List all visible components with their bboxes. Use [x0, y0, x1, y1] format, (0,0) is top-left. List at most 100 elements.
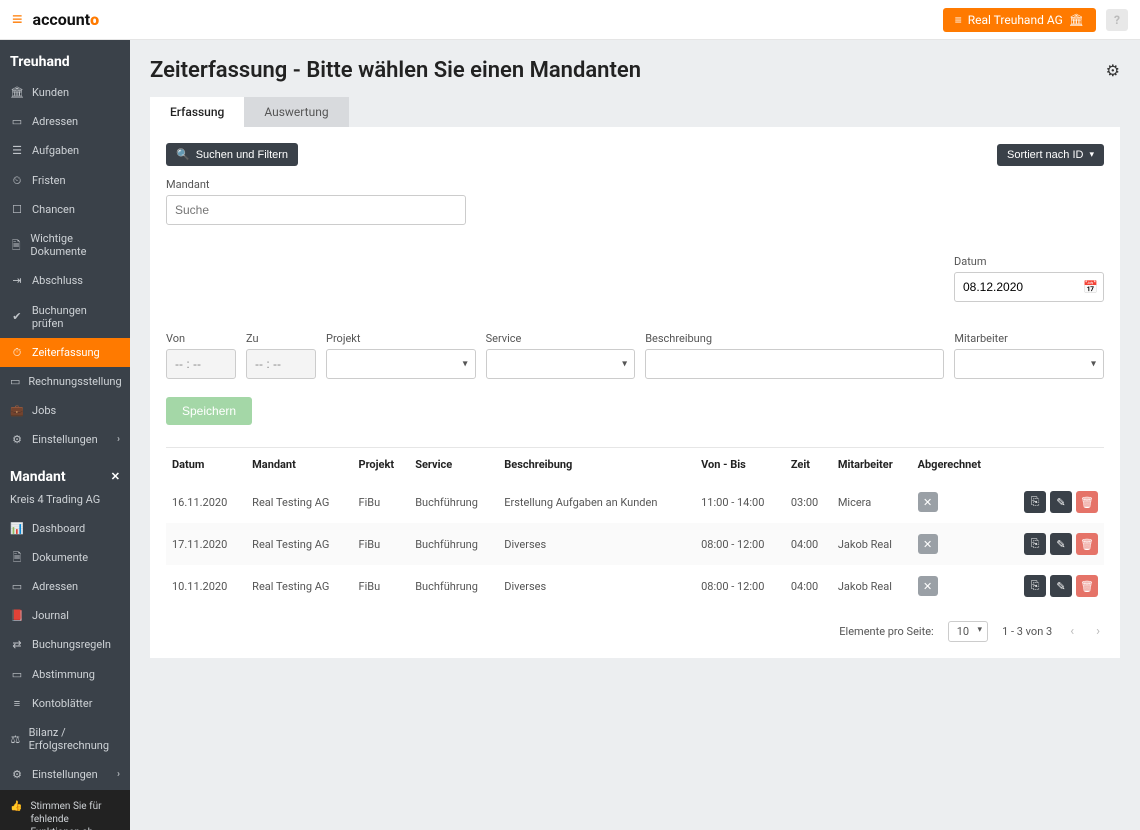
copy-row-button[interactable]: ⎘ [1024, 575, 1046, 597]
cell-mandant: Real Testing AG [246, 481, 352, 523]
projekt-select[interactable] [326, 349, 476, 379]
edit-row-button[interactable]: ✎ [1050, 491, 1072, 513]
sidebar-item-label: Wichtige Dokumente [30, 232, 120, 258]
beschreibung-input[interactable] [645, 349, 944, 379]
mitarbeiter-label: Mitarbeiter [954, 332, 1104, 345]
next-page-button[interactable]: › [1092, 624, 1104, 639]
date-label: Datum [954, 255, 1104, 268]
save-button[interactable]: Speichern [166, 397, 252, 425]
copy-row-button[interactable]: ⎘ [1024, 533, 1046, 555]
zu-input[interactable] [246, 349, 316, 379]
sidebar-item-treuhand-10[interactable]: 💼Jobs [0, 396, 130, 425]
sidebar-item-mandant-5[interactable]: ▭Abstimmung [0, 660, 130, 689]
org-switcher-button[interactable]: ≡ Real Treuhand AG 🏛 [943, 8, 1096, 32]
page-range: 1 - 3 von 3 [1002, 625, 1052, 638]
cell-mitarbeiter: Jakob Real [832, 523, 912, 565]
sidebar-item-mandant-8[interactable]: ⚙Einstellungen› [0, 760, 130, 789]
sidebar-item-label: Chancen [32, 203, 75, 216]
prev-page-button[interactable]: ‹ [1066, 624, 1078, 639]
date-input[interactable] [954, 272, 1104, 302]
sidebar-item-label: Fristen [32, 174, 66, 187]
beschreibung-label: Beschreibung [645, 332, 944, 345]
copy-row-button[interactable]: ⎘ [1024, 491, 1046, 513]
col-header-5: Von - Bis [695, 448, 785, 482]
sidebar-item-mandant-4[interactable]: ⇄Buchungsregeln [0, 630, 130, 659]
sidebar-item-mandant-2[interactable]: ▭Adressen [0, 572, 130, 601]
sidebar-icon: ⚙ [10, 433, 24, 446]
sidebar-icon: ≡ [10, 697, 24, 710]
sidebar-icon: ▭ [10, 580, 24, 593]
tab-auswertung[interactable]: Auswertung [244, 97, 348, 127]
org-name: Real Treuhand AG [968, 13, 1063, 27]
sidebar-item-mandant-3[interactable]: 📕Journal [0, 601, 130, 630]
sidebar-icon: ▭ [10, 115, 24, 128]
sidebar-item-mandant-7[interactable]: ⚖Bilanz / Erfolgsrechnung [0, 718, 130, 760]
service-select[interactable] [486, 349, 636, 379]
col-header-2: Projekt [352, 448, 409, 482]
sidebar-item-label: Bilanz / Erfolgsrechnung [29, 726, 120, 752]
per-page-select[interactable]: 10 [948, 621, 988, 642]
sidebar-item-label: Kontoblätter [32, 697, 92, 710]
delete-row-button[interactable]: 🗑 [1076, 491, 1098, 513]
help-button[interactable]: ? [1106, 9, 1128, 31]
cell-vonbis: 11:00 - 14:00 [695, 481, 785, 523]
sidebar-item-mandant-0[interactable]: 📊Dashboard [0, 514, 130, 543]
sidebar-item-treuhand-2[interactable]: ☰Aufgaben [0, 136, 130, 165]
sidebar-item-label: Dokumente [32, 551, 88, 564]
sidebar-item-treuhand-5[interactable]: 🗎 Wichtige Dokumente [0, 224, 130, 266]
sidebar-item-treuhand-4[interactable]: ☐ Chancen [0, 195, 130, 224]
sidebar-icon: 💼 [10, 404, 24, 417]
col-header-9 [1001, 448, 1104, 482]
sidebar-item-treuhand-6[interactable]: ⇥Abschluss [0, 266, 130, 295]
edit-row-button[interactable]: ✎ [1050, 575, 1072, 597]
sidebar-icon: ⚙ [10, 768, 24, 781]
cell-vonbis: 08:00 - 12:00 [695, 523, 785, 565]
search-filter-button[interactable]: 🔍 Suchen und Filtern [166, 143, 298, 166]
search-icon: 🔍 [176, 148, 190, 161]
per-page-label: Elemente pro Seite: [839, 625, 933, 638]
vote-features-button[interactable]: 👍 Stimmen Sie für fehlende Funktionen ab [0, 790, 130, 830]
sidebar-icon: 📊 [10, 522, 24, 535]
sidebar-icon: ☐ [10, 203, 24, 216]
sidebar-item-mandant-6[interactable]: ≡ Kontoblätter [0, 689, 130, 718]
sidebar-item-treuhand-1[interactable]: ▭ Adressen [0, 107, 130, 136]
not-billed-icon: ✕ [918, 576, 938, 596]
sort-button[interactable]: Sortiert nach ID ▾ [997, 144, 1104, 166]
delete-row-button[interactable]: 🗑 [1076, 533, 1098, 555]
sidebar-item-mandant-1[interactable]: 🗎Dokumente [0, 543, 130, 572]
table-row: 10.11.2020Real Testing AGFiBuBuchführung… [166, 565, 1104, 607]
sidebar-item-treuhand-0[interactable]: 🏛Kunden [0, 78, 130, 107]
sidebar-item-label: Adressen [32, 115, 78, 128]
cell-abgerechnet: ✕ [912, 565, 1002, 607]
gear-icon[interactable]: ⚙ [1106, 61, 1120, 80]
sidebar-item-treuhand-7[interactable]: ✔Buchungen prüfen [0, 296, 130, 338]
von-input[interactable] [166, 349, 236, 379]
cell-projekt: FiBu [352, 565, 409, 607]
mandant-subtitle: Kreis 4 Trading AG [0, 493, 130, 514]
col-header-4: Beschreibung [498, 448, 695, 482]
sidebar-item-treuhand-8[interactable]: ⏱Zeiterfassung [0, 338, 130, 367]
edit-row-button[interactable]: ✎ [1050, 533, 1072, 555]
cell-beschreibung: Erstellung Aufgaben an Kunden [498, 481, 695, 523]
not-billed-icon: ✕ [918, 534, 938, 554]
mitarbeiter-select[interactable] [954, 349, 1104, 379]
col-header-1: Mandant [246, 448, 352, 482]
sidebar-icon: 🗎 [10, 239, 22, 252]
mandant-label: Mandant [166, 178, 466, 191]
sidebar-item-treuhand-3[interactable]: ⏲Fristen [0, 166, 130, 195]
sidebar-item-treuhand-9[interactable]: ▭Rechnungsstellung [0, 367, 130, 396]
col-header-8: Abgerechnet [912, 448, 1002, 482]
cell-vonbis: 08:00 - 12:00 [695, 565, 785, 607]
sidebar-icon: ⇄ [10, 638, 24, 651]
cell-datum: 10.11.2020 [166, 565, 246, 607]
sidebar-item-label: Zeiterfassung [32, 346, 100, 359]
close-mandant-icon[interactable]: ✕ [111, 470, 120, 483]
tab-erfassung[interactable]: Erfassung [150, 97, 244, 127]
von-label: Von [166, 332, 236, 345]
sidebar-icon: 🏛 [10, 86, 24, 99]
sidebar-icon: ▭ [10, 668, 24, 681]
hamburger-icon[interactable]: ≡ [12, 9, 23, 30]
delete-row-button[interactable]: 🗑 [1076, 575, 1098, 597]
sidebar-item-treuhand-11[interactable]: ⚙Einstellungen› [0, 425, 130, 454]
mandant-search-input[interactable] [166, 195, 466, 225]
